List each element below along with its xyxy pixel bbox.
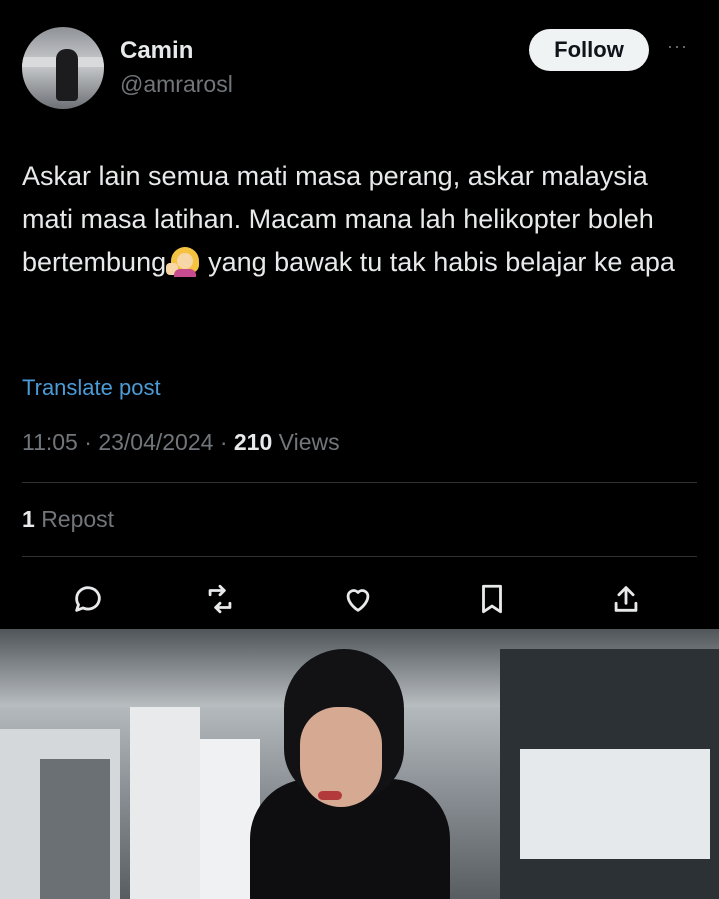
divider bbox=[22, 482, 697, 483]
meta-separator: · bbox=[84, 429, 99, 455]
bookmark-icon[interactable] bbox=[475, 582, 509, 616]
follow-button[interactable]: Follow bbox=[529, 29, 649, 71]
divider bbox=[22, 556, 697, 557]
views-label: Views bbox=[278, 429, 340, 455]
reply-icon[interactable] bbox=[71, 582, 105, 616]
post-image[interactable] bbox=[0, 629, 719, 899]
image-window-light bbox=[520, 749, 710, 859]
post-time[interactable]: 11:05 bbox=[22, 429, 78, 455]
post-text-part2: yang bawak tu tak habis belajar ke apa bbox=[208, 247, 675, 277]
avatar[interactable] bbox=[22, 27, 104, 109]
image-door bbox=[40, 759, 110, 899]
like-icon[interactable] bbox=[341, 582, 375, 616]
display-name[interactable]: Camin bbox=[120, 37, 193, 65]
meta-separator: · bbox=[219, 429, 234, 455]
user-handle[interactable]: @amrarosl bbox=[120, 71, 233, 98]
woman-facepalming-emoji-icon bbox=[166, 247, 202, 277]
avatar-figure bbox=[56, 49, 78, 101]
repost-stats[interactable]: 1 Repost bbox=[22, 506, 114, 533]
translate-post-link[interactable]: Translate post bbox=[22, 375, 161, 401]
repost-label: Repost bbox=[41, 506, 115, 532]
repost-count: 1 bbox=[22, 506, 35, 532]
post-date[interactable]: 23/04/2024 bbox=[98, 429, 213, 455]
retweet-icon[interactable] bbox=[203, 582, 237, 616]
image-pillar bbox=[130, 707, 200, 899]
post-meta: 11:05 · 23/04/2024 · 210 Views bbox=[22, 429, 340, 456]
more-options-icon[interactable]: ··· bbox=[667, 36, 688, 57]
share-icon[interactable] bbox=[609, 582, 643, 616]
image-person-lips bbox=[318, 791, 342, 800]
views-count: 210 bbox=[233, 429, 273, 455]
post-text: Askar lain semua mati masa perang, askar… bbox=[22, 155, 702, 284]
